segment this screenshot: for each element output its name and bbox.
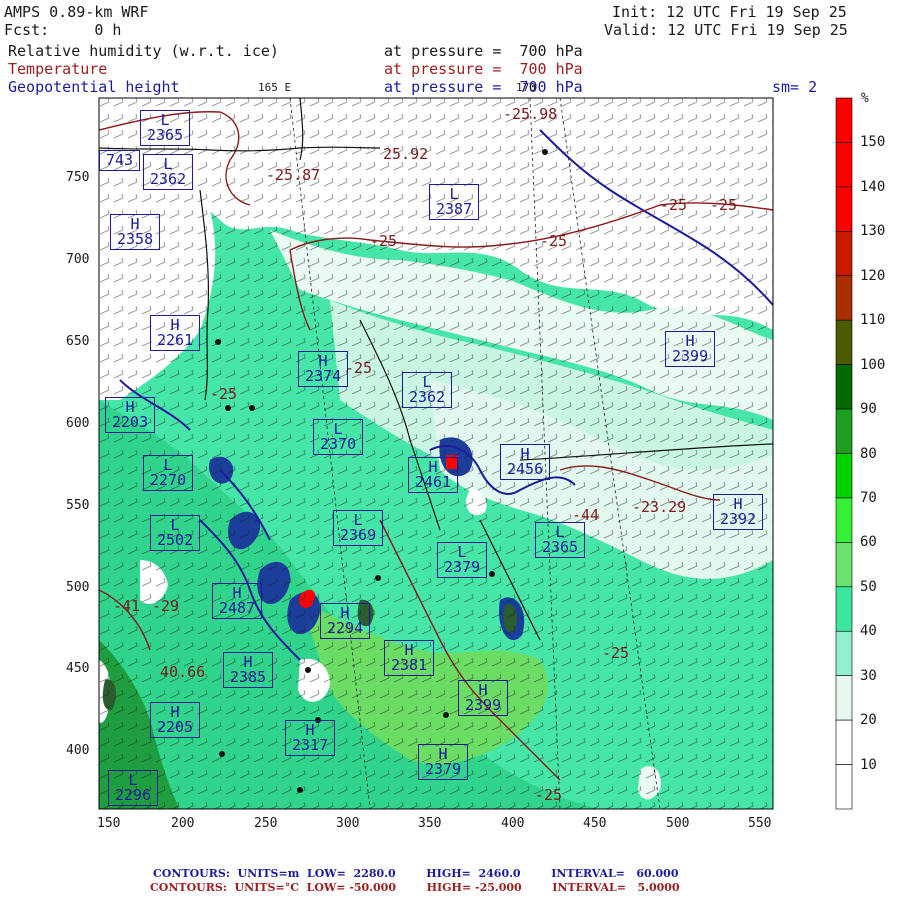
footer-height-contours: CONTOURS: UNITS=m LOW= 2280.0 HIGH= 2460… [153,867,679,880]
height-extremum-label: H 2385 [223,652,274,688]
temperature-contour-label: -23.29 [632,498,687,516]
colorbar-swatch [835,630,853,676]
colorbar-tick-label: 150 [860,134,886,151]
colorbar-swatch [835,186,853,232]
colorbar-swatch [835,408,853,454]
colorbar-tick-label: 120 [860,267,886,284]
colorbar-swatch [835,231,853,277]
height-extremum-label: H 2456 [500,444,551,480]
height-extremum-label: H 2358 [110,214,161,250]
height-extremum-label: H 2205 [150,702,201,738]
height-extremum-label: H 2317 [285,720,336,756]
temperature-contour-label: -44 [572,506,600,524]
x-tick-label: 300 [336,816,360,831]
x-tick-label: 150 [97,816,121,831]
colorbar-swatch [835,142,853,188]
height-extremum-label: L 2365 [140,110,191,146]
x-tick-label: 250 [254,816,278,831]
y-tick-label: 500 [66,580,90,595]
colorbar-tick-label: 20 [860,712,877,729]
y-tick-label: 700 [66,252,90,267]
colorbar-tick-label: 110 [860,312,886,329]
temperature-contour-label: -25 [710,196,738,214]
temperature-contour-label: -41 [113,597,141,615]
height-extremum-label: L 2502 [150,515,201,551]
colorbar-swatch [835,586,853,632]
y-tick-label: 550 [66,498,90,513]
x-tick-label: 450 [583,816,607,831]
temperature-contour-label: -25.87 [266,166,321,184]
height-extremum-label: H 2261 [150,315,201,351]
colorbar-swatch [835,719,853,765]
height-extremum-label: L 2362 [402,372,453,408]
height-extremum-label: L 2362 [143,154,194,190]
height-extremum-label: L 2365 [535,522,586,558]
temperature-contour-label: -25 [660,196,688,214]
height-extremum-label: L 2379 [437,542,488,578]
height-extremum-label: L 2370 [313,419,364,455]
colorbar-tick-label: 100 [860,356,886,373]
height-extremum-label: L 2369 [333,510,384,546]
x-tick-label: 500 [666,816,690,831]
colorbar-tick-label: 80 [860,445,877,462]
colorbar-swatch [835,542,853,588]
temperature-contour-label: -25 [602,644,630,662]
footer-temp-contours: CONTOURS: UNITS=°C LOW= -50.000 HIGH= -2… [150,881,680,894]
height-extremum-label: 743 [99,150,141,171]
height-extremum-label: H 2294 [320,603,371,639]
height-extremum-label: H 2399 [458,680,509,716]
height-extremum-label: L 2270 [143,455,194,491]
colorbar-tick-label: 130 [860,223,886,240]
height-extremum-label: H 2487 [212,583,263,619]
y-tick-label: 400 [66,743,90,758]
y-tick-label: 750 [66,170,90,185]
y-tick-label: 450 [66,661,90,676]
colorbar-swatch [835,675,853,721]
colorbar-tick-label: 140 [860,178,886,195]
temperature-contour-label: -25 [345,359,373,377]
temperature-contour-label: -25.98 [503,105,558,123]
height-extremum-label: L 2296 [108,770,159,806]
temperature-contour-label: -25 [535,786,563,804]
y-tick-label: 600 [66,416,90,431]
colorbar-tick-label: 60 [860,534,877,551]
colorbar-unit: % [861,91,869,106]
colorbar-swatch [835,97,853,143]
colorbar-tick-label: 50 [860,578,877,595]
colorbar-swatch [835,497,853,543]
height-extremum-label: L 2387 [429,184,480,220]
colorbar-tick-label: 90 [860,401,877,418]
temperature-contour-label: 40.66 [160,663,206,681]
colorbar-swatch [835,453,853,499]
colorbar-tick-label: 10 [860,756,877,773]
height-extremum-label: H 2379 [418,744,469,780]
x-tick-label: 400 [501,816,525,831]
height-extremum-label: H 2392 [713,494,764,530]
temperature-contour-label: -25 [210,385,238,403]
temperature-contour-label: 25.92 [383,145,429,163]
colorbar-swatch [835,319,853,365]
height-extremum-label: H 2203 [105,397,156,433]
height-extremum-label: H 2381 [384,640,435,676]
height-extremum-label: H 2461 [408,457,459,493]
colorbar-swatch [835,764,853,810]
colorbar-tick-label: 40 [860,623,877,640]
colorbar-swatch [835,275,853,321]
x-tick-label: 350 [418,816,442,831]
colorbar [835,97,853,810]
height-extremum-label: H 2399 [665,331,716,367]
temperature-contour-label: -29 [152,597,180,615]
temperature-contour-label: -25 [370,232,398,250]
height-extremum-label: H 2374 [298,351,349,387]
colorbar-tick-label: 70 [860,489,877,506]
temperature-contour-label: -25 [540,232,568,250]
colorbar-tick-label: 30 [860,667,877,684]
y-tick-label: 650 [66,334,90,349]
x-tick-label: 550 [748,816,772,831]
colorbar-swatch [835,364,853,410]
x-tick-label: 200 [171,816,195,831]
